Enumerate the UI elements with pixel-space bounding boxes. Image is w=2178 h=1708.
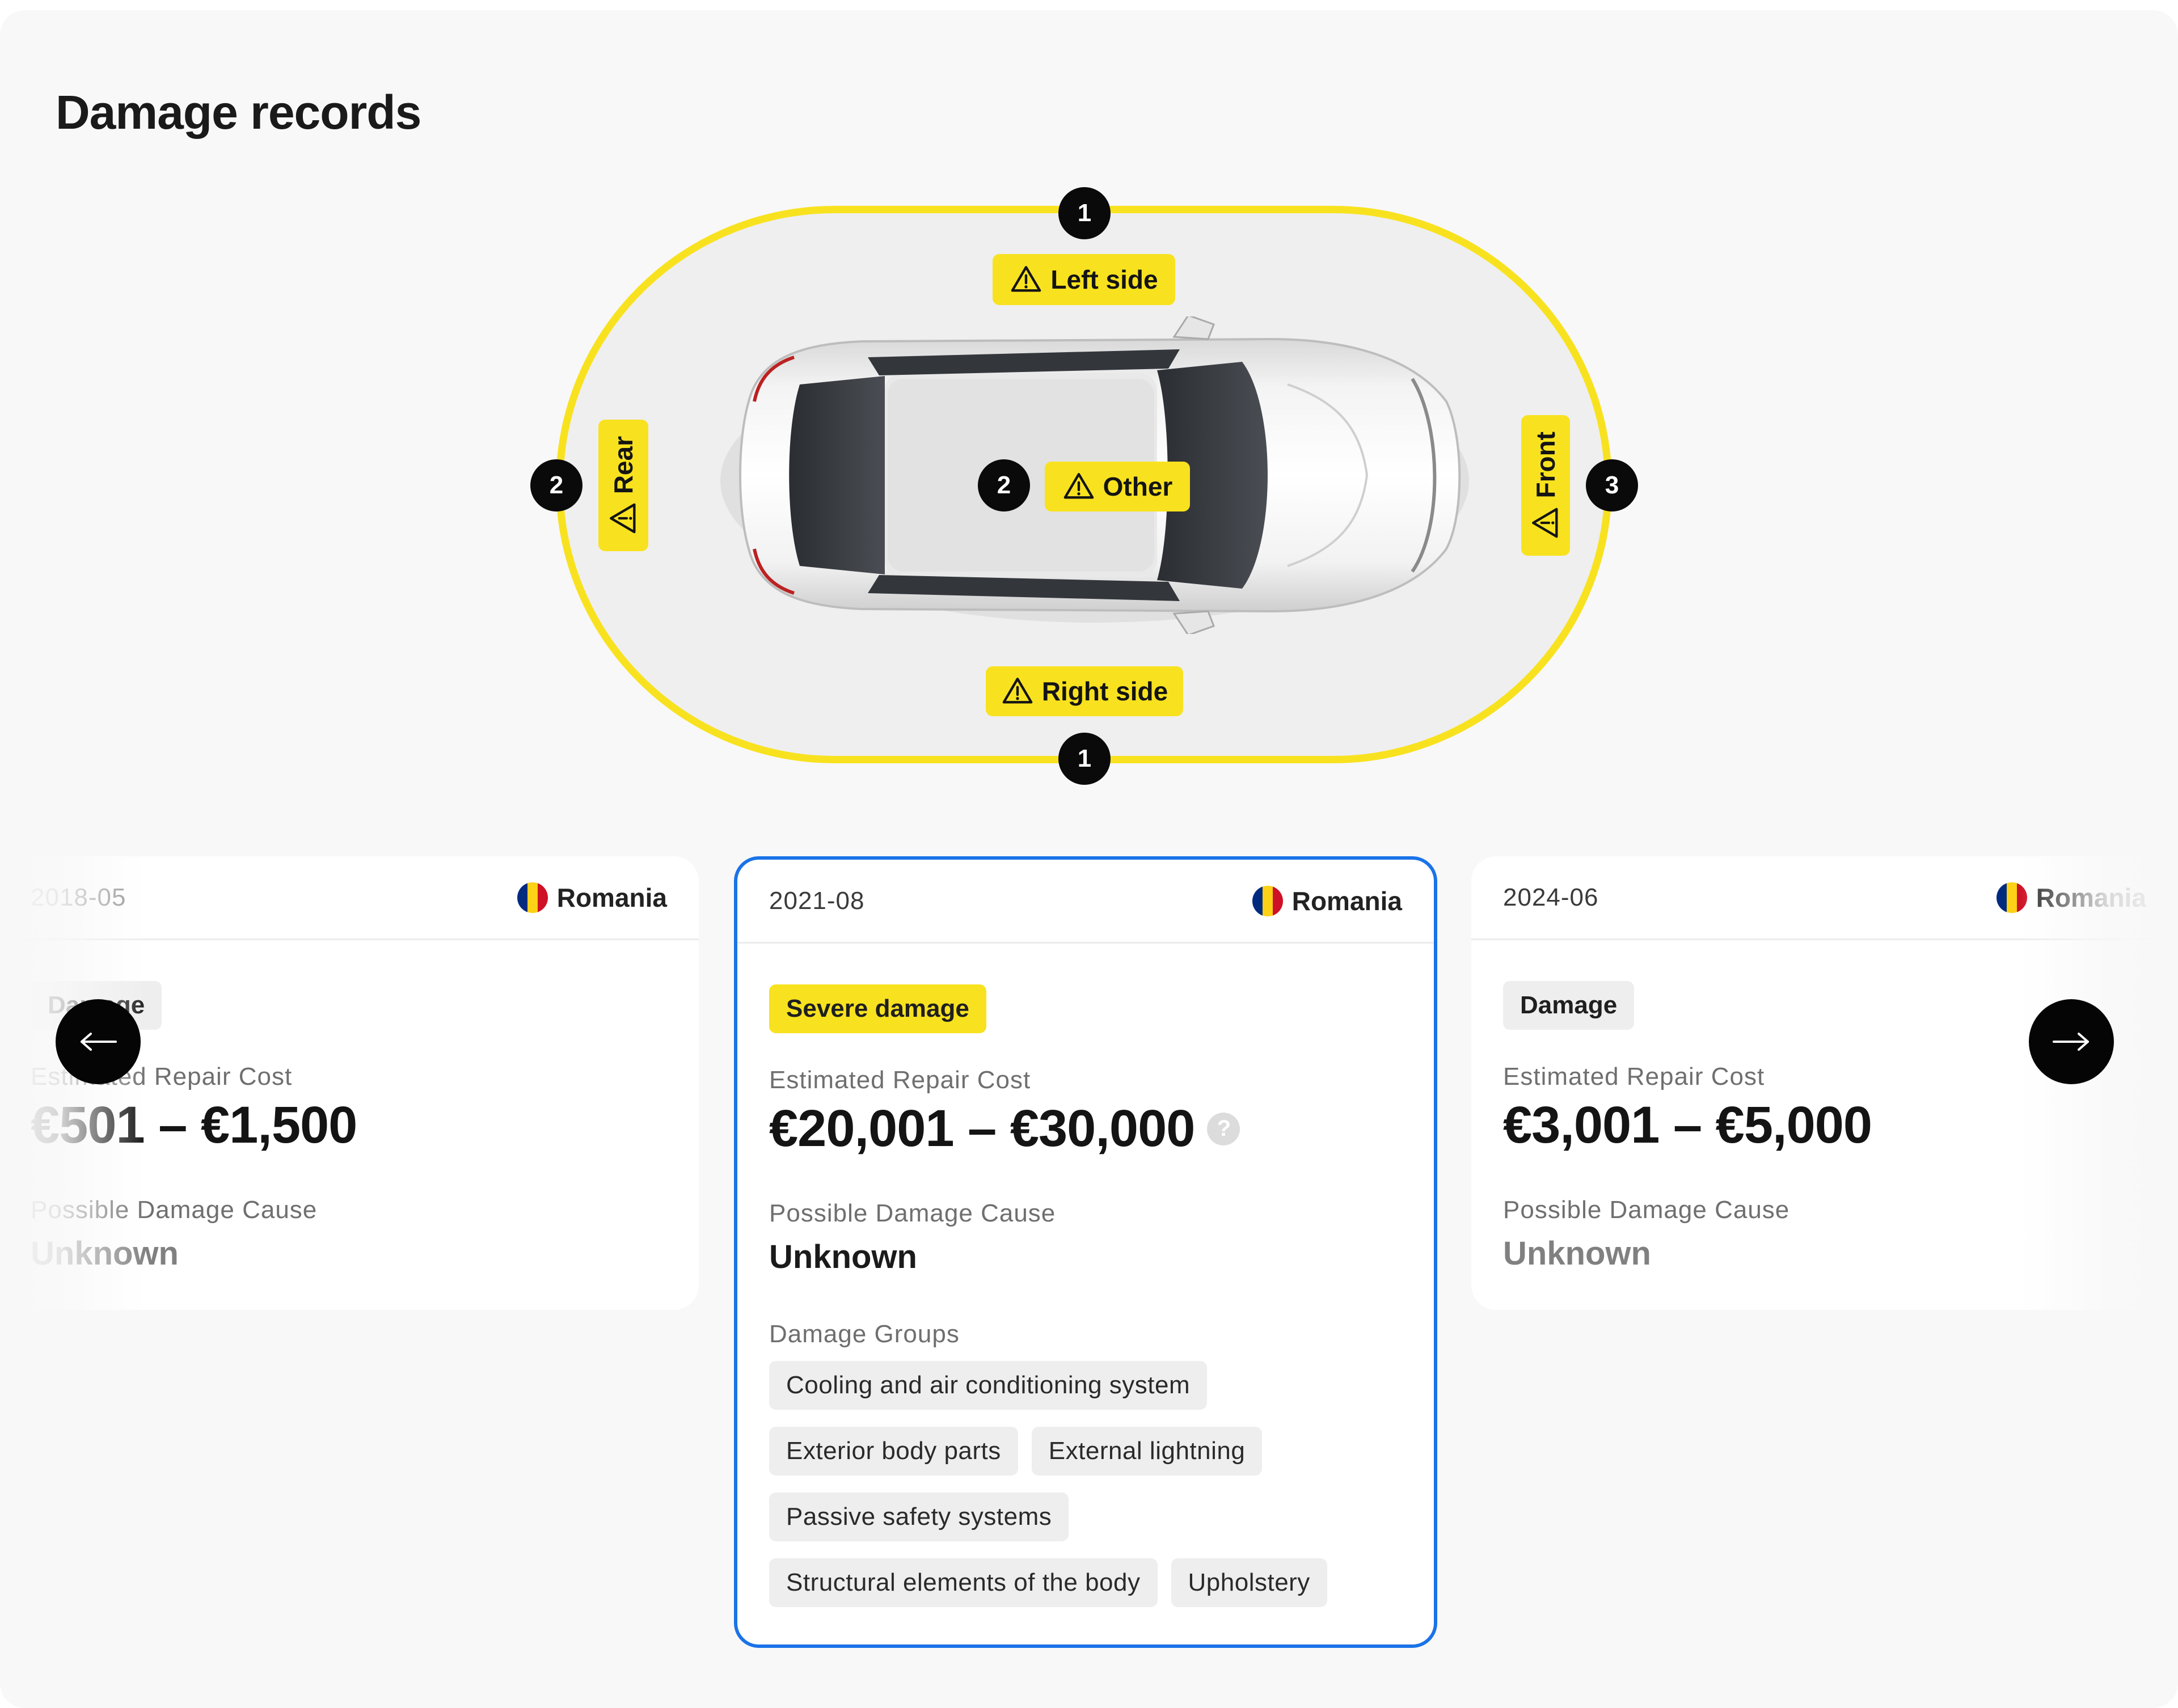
zone-count-rear: 2 (530, 459, 583, 511)
previous-record-button[interactable] (56, 999, 141, 1084)
romania-flag-icon (1996, 882, 2027, 913)
warning-icon (1002, 678, 1033, 704)
zone-count-right-side: 1 (1058, 733, 1111, 785)
country-name: Romania (556, 882, 667, 912)
record-country: Romania (1996, 882, 2146, 913)
cause-label: Possible Damage Cause (31, 1196, 318, 1224)
country-name: Romania (1291, 886, 1402, 916)
zone-tag-left-side[interactable]: Left side (993, 254, 1175, 305)
damage-group-chip: Cooling and air conditioning system (769, 1361, 1208, 1410)
country-name: Romania (2036, 882, 2146, 912)
warning-icon (1011, 266, 1041, 292)
arrow-right-icon (2053, 1033, 2089, 1051)
zone-tag-other[interactable]: Other (1045, 462, 1190, 511)
severity-badge: Severe damage (769, 984, 986, 1033)
arrow-left-icon (81, 1033, 117, 1051)
zone-count-left-side: 1 (1058, 187, 1111, 239)
record-country: Romania (517, 882, 667, 913)
repair-cost: €20,001 – €30,000 (769, 1100, 1195, 1157)
cause-label: Possible Damage Cause (1503, 1196, 1790, 1224)
damage-record-card-selected[interactable]: 2021-08 Romania Severe damage Estimated … (734, 856, 1437, 1648)
romania-flag-icon (1252, 885, 1283, 916)
cause-label: Possible Damage Cause (769, 1199, 1056, 1227)
damage-cause: Unknown (1503, 1235, 1651, 1272)
warning-icon (610, 503, 636, 534)
damage-diagram: Left side Right side Other Rear Front 1 … (0, 10, 2178, 804)
record-country: Romania (1252, 885, 1402, 916)
zone-tag-rear[interactable]: Rear (598, 420, 648, 551)
warning-icon (1532, 508, 1558, 538)
zone-count-other: 2 (978, 459, 1030, 511)
damage-group-chip: Passive safety systems (769, 1493, 1069, 1541)
help-icon[interactable]: ? (1207, 1112, 1240, 1145)
severity-badge: Damage (1503, 981, 1635, 1030)
record-date: 2024-06 (1503, 883, 1599, 911)
damage-group-chip: Upholstery (1171, 1558, 1327, 1607)
damage-group-chip: External lightning (1031, 1427, 1263, 1476)
next-record-button[interactable] (2029, 999, 2114, 1084)
romania-flag-icon (517, 882, 548, 913)
damage-cause: Unknown (769, 1238, 917, 1275)
zone-label: Left side (1050, 265, 1158, 294)
damage-group-chip: Exterior body parts (769, 1427, 1018, 1476)
record-date: 2021-08 (769, 886, 865, 915)
zone-count-front: 3 (1586, 459, 1638, 511)
zone-tag-right-side[interactable]: Right side (986, 666, 1183, 716)
damage-cause: Unknown (31, 1235, 179, 1272)
zone-label: Other (1103, 472, 1173, 501)
repair-cost: €3,001 – €5,000 (1503, 1096, 1872, 1154)
record-date: 2018-05 (31, 883, 126, 911)
warning-icon (1063, 473, 1094, 499)
damage-group-chip: Structural elements of the body (769, 1558, 1158, 1607)
zone-label: Rear (609, 436, 638, 494)
zone-label: Right side (1041, 677, 1168, 706)
repair-cost: €501 – €1,500 (31, 1096, 357, 1154)
damage-groups-list: Cooling and air conditioning system Exte… (769, 1361, 1393, 1624)
zone-label: Front (1531, 432, 1560, 498)
repair-cost-row: €20,001 – €30,000 ? (769, 1099, 1402, 1159)
zone-tag-front[interactable]: Front (1521, 415, 1570, 556)
damage-groups-label: Damage Groups (769, 1320, 960, 1348)
cost-label: Estimated Repair Cost (769, 1066, 1031, 1094)
damage-records-panel: Damage records Left side Right side Othe… (0, 10, 2178, 1708)
